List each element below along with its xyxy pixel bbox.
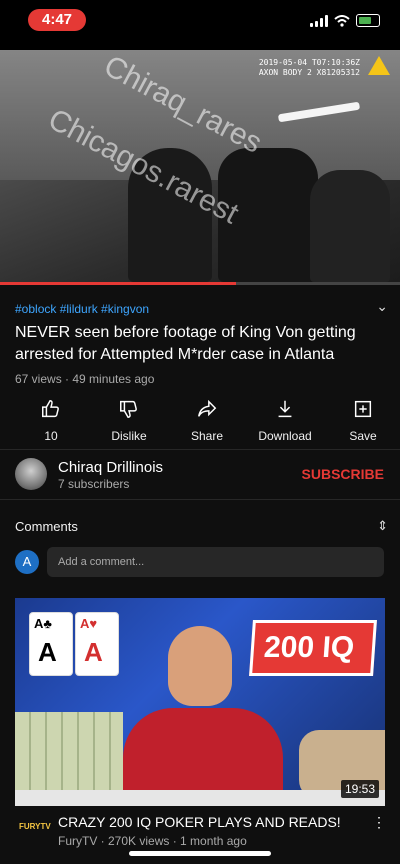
subscriber-count: 7 subscribers [58,477,130,491]
status-bar: 4:47 [0,0,400,50]
channel-avatar[interactable] [15,458,47,490]
recommended-title[interactable]: CRAZY 200 IQ POKER PLAYS AND READS! [58,814,368,830]
video-duration: 19:53 [340,780,379,798]
thumbs-down-icon [120,400,137,418]
user-avatar: A [15,550,39,574]
share-icon [198,399,217,417]
video-hashtags[interactable]: #oblock #lildurk #kingvon [15,302,149,316]
status-time: 4:47 [28,9,86,31]
comments-heading[interactable]: Comments [15,519,78,534]
cellular-signal-icon [310,14,328,27]
recommended-meta: FuryTV · 270K views · 1 month ago [58,834,247,848]
thumbs-up-icon [42,400,59,418]
battery-icon [356,14,380,27]
playing-card: A♥ A [75,612,119,676]
save-button[interactable]: Save [326,398,400,444]
more-options-icon[interactable]: ⋮ [372,814,386,831]
recommended-thumbnail[interactable]: A♣ A A♥ A 200 IQ 19:53 [15,598,385,806]
playing-card: A♣ A [29,612,73,676]
expand-description-icon[interactable]: ⌄ [376,298,388,315]
status-icons [310,14,380,27]
axon-logo-icon [368,56,390,75]
dislike-label: Dislike [111,429,147,443]
share-button[interactable]: Share [170,398,244,444]
save-label: Save [349,429,377,443]
video-progress-bar[interactable] [0,282,400,285]
dislike-button[interactable]: Dislike [92,398,166,444]
channel-logo[interactable]: FURYTV [19,822,51,831]
video-title[interactable]: NEVER seen before footage of King Von ge… [15,322,375,366]
comment-input[interactable]: Add a comment... [47,547,384,577]
thumbnail-person [123,626,283,806]
home-indicator [129,851,271,856]
divider [0,449,400,450]
video-meta: 67 views · 49 minutes ago [15,372,155,386]
divider [0,499,400,500]
save-icon [354,400,372,418]
like-count: 10 [44,429,58,443]
bodycam-timestamp: 2019-05-04 T07:10:36Z AXON BODY 2 X81205… [258,58,360,77]
download-icon [278,400,292,418]
like-button[interactable]: 10 [14,398,88,444]
video-player[interactable]: Chiraq_rares Chicagos.rarest 2019-05-04 … [0,50,400,282]
channel-name[interactable]: Chiraq Drillinois [58,459,163,476]
wifi-icon [334,14,350,27]
download-button[interactable]: Download [248,398,322,444]
expand-comments-icon[interactable]: ⇕ [377,518,388,534]
share-label: Share [190,429,224,443]
video-actions: 10 Dislike Share Download Save [0,398,400,444]
subscribe-button[interactable]: SUBSCRIBE [302,466,384,482]
download-label: Download [258,429,312,443]
cash-stack [15,712,123,790]
